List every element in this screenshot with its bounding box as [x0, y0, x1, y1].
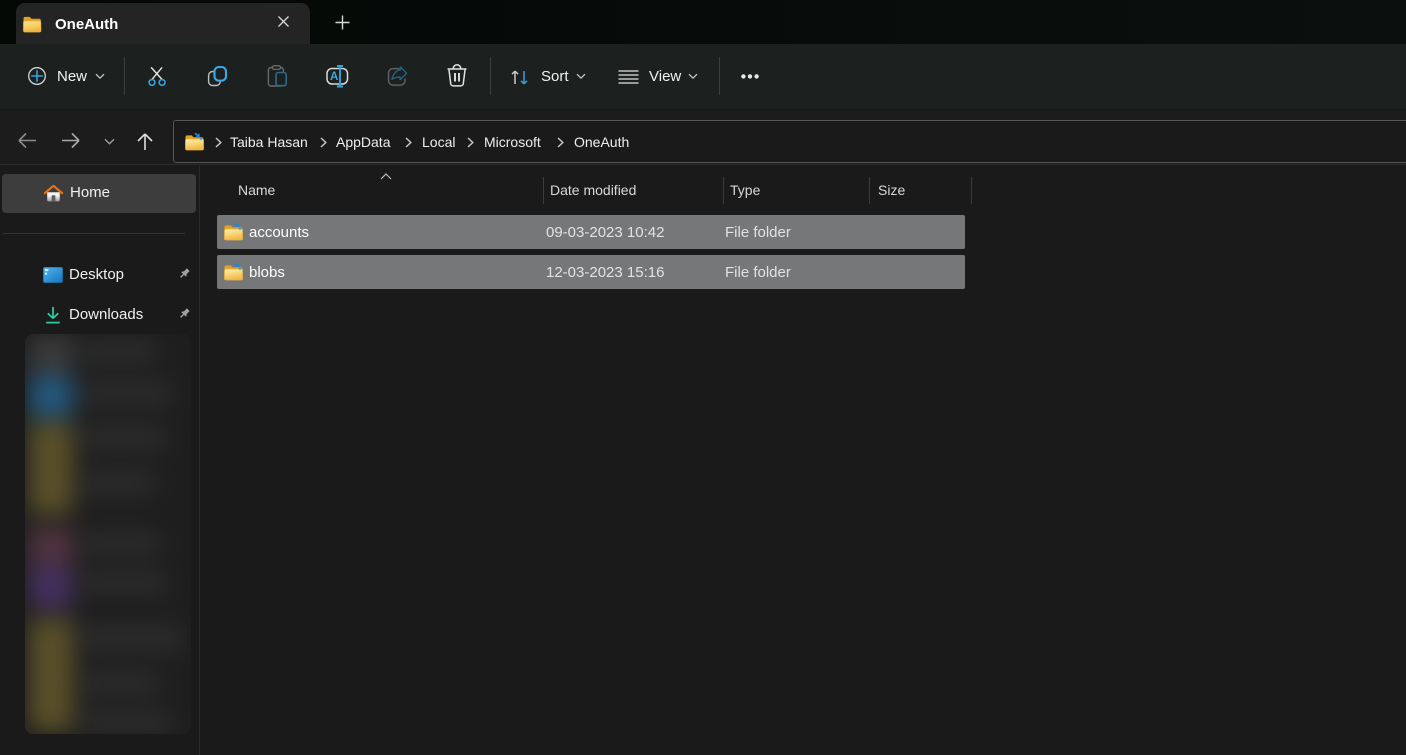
svg-text:A: A — [330, 71, 338, 83]
